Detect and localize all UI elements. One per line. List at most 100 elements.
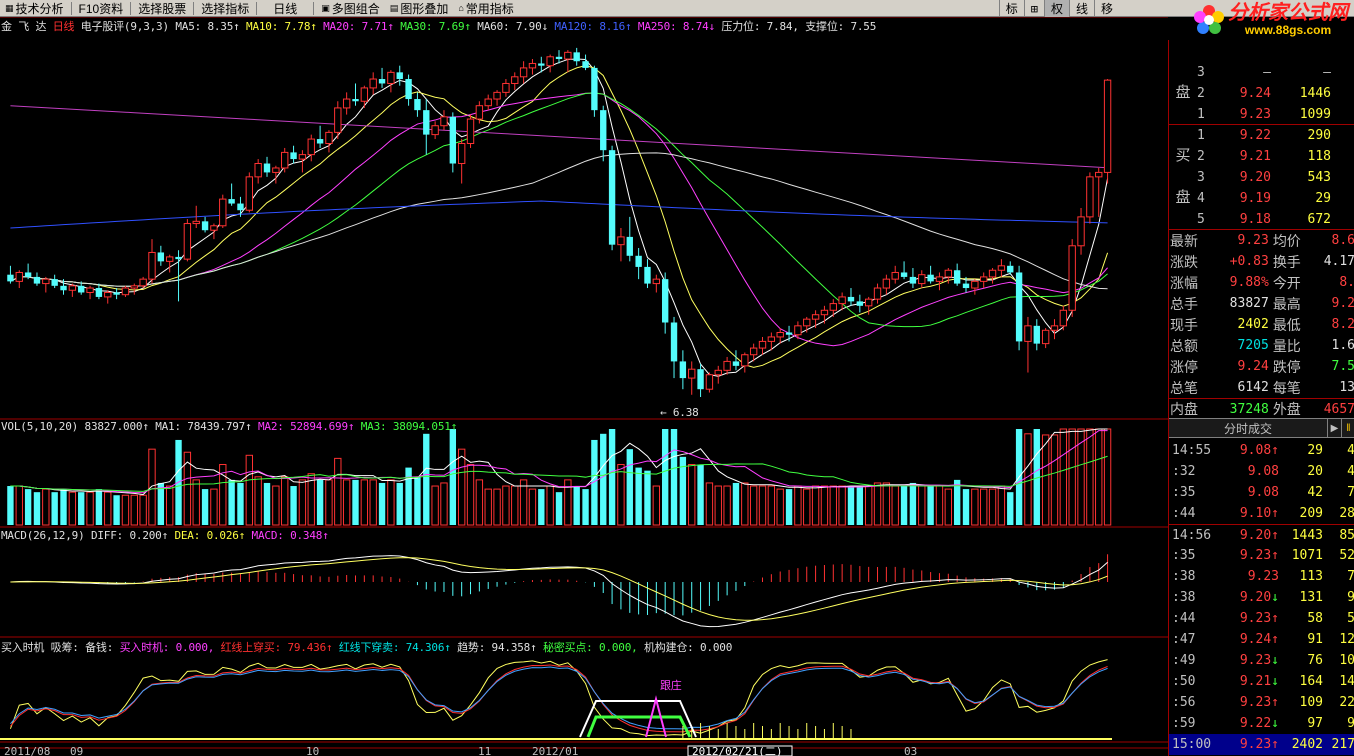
- rights-button[interactable]: 权: [1043, 0, 1069, 17]
- volume-bar: [873, 482, 882, 526]
- candle-body: [24, 272, 32, 277]
- volume-bar: [582, 489, 589, 525]
- candle-body: [1050, 325, 1059, 331]
- tick-row[interactable]: :47 9.24↑ 91 12: [1169, 629, 1354, 650]
- volume-bar: [431, 485, 439, 526]
- macd-value: MACD: 0.348↑: [251, 529, 329, 542]
- ind-red-up: 红线上穿买: 79.436↑: [220, 641, 333, 654]
- move-button[interactable]: 移: [1093, 0, 1119, 17]
- volume-bar: [600, 433, 607, 525]
- tick-row[interactable]: :38 9.20↓ 131 9: [1169, 587, 1354, 608]
- buy-row[interactable]: 3 9.20 543: [1197, 167, 1354, 188]
- tick-count: 217: [1331, 737, 1354, 752]
- tick-time: 14:56: [1172, 527, 1212, 543]
- line-button[interactable]: 线: [1068, 0, 1094, 17]
- volume-bar: [900, 486, 908, 525]
- stat-label-2: 最高: [1272, 295, 1301, 312]
- tick-more-icon[interactable]: ‖: [1341, 419, 1354, 437]
- period-menu[interactable]: 日线: [259, 0, 311, 17]
- candle-body: [396, 72, 403, 80]
- select-indicator-menu[interactable]: 选择指标: [196, 0, 254, 17]
- tick-row[interactable]: :50 9.21↓ 164 14: [1169, 671, 1354, 692]
- tick-row[interactable]: :44 9.23↑ 58 5: [1169, 608, 1354, 629]
- volume-bar: [626, 449, 633, 525]
- volume-bar: [546, 485, 554, 526]
- tick-row[interactable]: :35 9.08 42 7: [1169, 482, 1354, 503]
- tick-price: 9.23: [1239, 737, 1272, 752]
- candle-body: [493, 91, 501, 100]
- common-indicator-menu[interactable]: ⌂ 常用指标: [453, 0, 518, 17]
- stat-label-2: 均价: [1272, 232, 1301, 249]
- sell-row[interactable]: 2 9.24 1446: [1197, 83, 1354, 104]
- volume-bar: [121, 494, 130, 526]
- buy-row[interactable]: 1 9.22 290: [1197, 125, 1354, 146]
- candle-body: [582, 61, 589, 68]
- tick-row[interactable]: :56 9.23↑ 109 22: [1169, 692, 1354, 713]
- candle-body: [811, 314, 820, 320]
- tick-row[interactable]: 14:56 9.20↑ 1443 85: [1169, 524, 1354, 545]
- overlay-menu[interactable]: ▤ 图形叠加: [385, 0, 454, 17]
- select-stock-menu[interactable]: 选择股票: [133, 0, 191, 17]
- buy-row[interactable]: 5 9.18 672: [1197, 209, 1354, 230]
- stat-label: 最新: [1170, 232, 1198, 249]
- tick-count: 9: [1347, 716, 1354, 731]
- tick-time: :38: [1172, 569, 1196, 584]
- crosshair-button[interactable]: ⊞: [1023, 0, 1044, 17]
- tick-count: 28: [1339, 506, 1354, 521]
- sell-row[interactable]: 3– –: [1197, 62, 1354, 83]
- tick-row[interactable]: 15:00 9.23↑ 2402 217: [1169, 734, 1354, 755]
- tick-row[interactable]: :59 9.22↓ 97 9: [1169, 713, 1354, 734]
- tick-row[interactable]: :44 9.10↑ 209 28: [1169, 503, 1354, 524]
- volume-bar: [237, 482, 244, 525]
- candle-body: [95, 288, 103, 297]
- candle-body: [414, 99, 421, 111]
- volume-bar: [573, 486, 580, 525]
- buy-row[interactable]: 2 9.21 118: [1197, 146, 1354, 167]
- volume-bar: [414, 476, 421, 525]
- candle-body: [705, 374, 714, 390]
- buy-row[interactable]: 4 9.19 29: [1197, 188, 1354, 209]
- candle-body: [820, 309, 829, 316]
- candle-body: [971, 280, 979, 289]
- toolbar: ▦ 技术分析 F10资料 选择股票 选择指标 日线 ▣ 多图组合 ▤ 图形叠加 ⌂ 常用…: [0, 0, 1354, 17]
- f10-menu[interactable]: F10资料: [74, 0, 129, 17]
- volume-bar: [104, 491, 112, 526]
- mark-button[interactable]: 标: [998, 0, 1024, 17]
- candle-body: [962, 283, 970, 289]
- volume-bar: [953, 479, 961, 525]
- volume-bar: [130, 494, 138, 526]
- multi-chart-menu[interactable]: ▣ 多图组合: [316, 0, 385, 17]
- candle-body: [440, 116, 448, 127]
- tick-row[interactable]: :32 9.08 20 4: [1169, 461, 1354, 482]
- volume-bar: [24, 489, 32, 525]
- tick-row[interactable]: 14:55 9.08↑ 29 4: [1169, 440, 1354, 461]
- tick-price: 9.24: [1239, 632, 1272, 647]
- volume-bar: [962, 489, 970, 525]
- play-icon[interactable]: ▶: [1327, 419, 1341, 437]
- volume-bar: [254, 476, 262, 526]
- tick-volume: 29: [1307, 443, 1323, 458]
- volume-bar: [811, 485, 820, 526]
- volume-bar: [42, 488, 50, 526]
- tick-row[interactable]: :38 9.23 113 7: [1169, 566, 1354, 587]
- candle-body: [909, 276, 917, 284]
- tick-row[interactable]: :49 9.23↓ 76 10: [1169, 650, 1354, 671]
- tick-time: 14:55: [1172, 443, 1212, 458]
- macd-dea: DEA: 0.026↑: [174, 529, 246, 542]
- volume-bar: [697, 464, 704, 525]
- volume-bar: [608, 429, 616, 525]
- toolbar-divider: [256, 1, 258, 15]
- candle-body: [997, 265, 1006, 271]
- toolbar-divider: [193, 1, 195, 15]
- tick-price: 9.23: [1247, 569, 1279, 584]
- volume-bar: [909, 482, 917, 525]
- volume-bar: [1095, 428, 1103, 526]
- diff-line: [10, 555, 1108, 628]
- stat-row: 最新 9.23 均价 8.6: [1169, 230, 1354, 251]
- tech-analysis-menu[interactable]: ▦ 技术分析: [0, 0, 69, 17]
- candle-body: [457, 143, 466, 165]
- tick-row[interactable]: :35 9.23↑ 1071 52: [1169, 545, 1354, 566]
- tick-count: 52: [1339, 548, 1354, 563]
- sell-row[interactable]: 1 9.23 1099: [1197, 104, 1354, 125]
- candle-body: [785, 332, 793, 335]
